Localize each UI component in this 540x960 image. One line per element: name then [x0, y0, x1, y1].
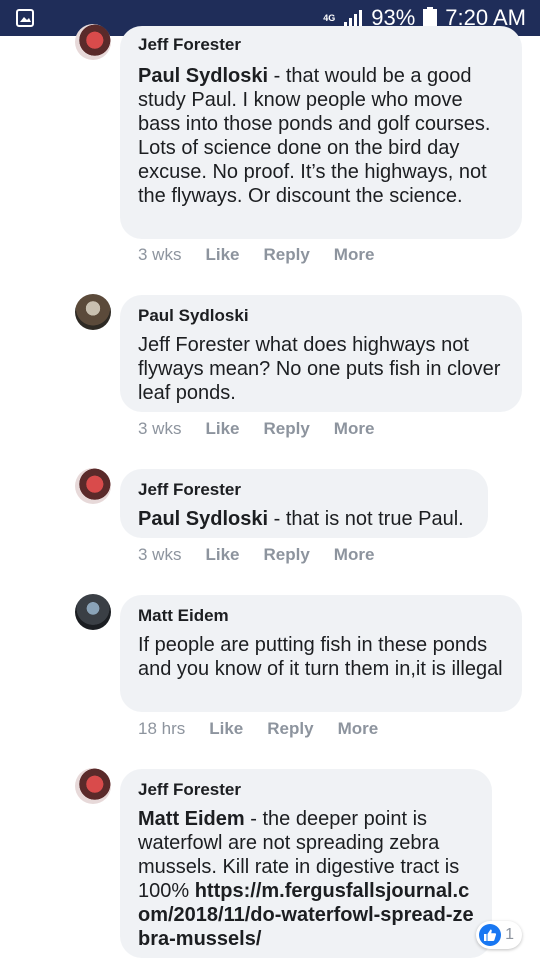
network-type: 4G	[323, 12, 336, 23]
comment-time[interactable]: 18 hrs	[138, 719, 185, 743]
comment-text: Matt Eidem - the deeper point is waterfo…	[138, 807, 474, 951]
comment-body: Jeff Forester what does highways not fly…	[138, 334, 501, 404]
avatar[interactable]	[75, 294, 111, 330]
mention-link[interactable]: Paul Sydloski	[138, 65, 268, 87]
comment-time[interactable]: 3 wks	[138, 545, 181, 569]
comment-time[interactable]: 3 wks	[138, 245, 181, 269]
comment-text: Paul Sydloski - that would be a good stu…	[138, 64, 504, 208]
more-button[interactable]: More	[334, 419, 375, 443]
like-reaction-icon	[479, 924, 502, 946]
more-button[interactable]: More	[334, 245, 375, 269]
reaction-count: 1	[505, 926, 514, 943]
comment-bubble[interactable]: Matt Eidem If people are putting fish in…	[120, 595, 522, 712]
reply-button[interactable]: Reply	[264, 545, 310, 569]
comment-actions: 3 wks Like Reply More	[138, 245, 374, 269]
mention-link[interactable]: Matt Eidem	[138, 808, 245, 830]
comment-time[interactable]: 3 wks	[138, 419, 181, 443]
comment-actions: 3 wks Like Reply More	[138, 419, 374, 443]
comment-body: - that is not true Paul.	[268, 508, 464, 530]
reaction-count-badge[interactable]: 1	[476, 921, 522, 949]
comment-text: Paul Sydloski - that is not true Paul.	[138, 507, 470, 531]
like-button[interactable]: Like	[209, 719, 243, 743]
more-button[interactable]: More	[334, 545, 375, 569]
like-button[interactable]: Like	[205, 245, 239, 269]
mention-link[interactable]: Paul Sydloski	[138, 508, 268, 530]
comment-author[interactable]: Jeff Forester	[138, 779, 474, 801]
comment-actions: 3 wks Like Reply More	[138, 545, 374, 569]
comment-actions: 18 hrs Like Reply More	[138, 719, 378, 743]
avatar[interactable]	[75, 24, 111, 60]
comment-author[interactable]: Paul Sydloski	[138, 305, 504, 327]
comment-bubble[interactable]: Paul Sydloski Jeff Forester what does hi…	[120, 295, 522, 412]
avatar[interactable]	[75, 468, 111, 504]
comment-bubble[interactable]: Jeff Forester Matt Eidem - the deeper po…	[120, 769, 492, 958]
comment-bubble[interactable]: Jeff Forester Paul Sydloski - that is no…	[120, 469, 488, 538]
like-button[interactable]: Like	[205, 419, 239, 443]
comment-body: If people are putting fish in these pond…	[138, 634, 503, 680]
like-button[interactable]: Like	[205, 545, 239, 569]
avatar[interactable]	[75, 768, 111, 804]
avatar[interactable]	[75, 594, 111, 630]
comment-bubble[interactable]: Jeff Forester Paul Sydloski - that would…	[120, 26, 522, 239]
comment-author[interactable]: Jeff Forester	[138, 34, 504, 56]
comment-author[interactable]: Jeff Forester	[138, 479, 470, 501]
comment-author[interactable]: Matt Eidem	[138, 605, 504, 627]
reply-button[interactable]: Reply	[267, 719, 313, 743]
image-notification-icon	[16, 9, 34, 27]
reply-button[interactable]: Reply	[264, 245, 310, 269]
reply-button[interactable]: Reply	[264, 419, 310, 443]
signal-icon	[344, 10, 363, 26]
more-button[interactable]: More	[338, 719, 379, 743]
